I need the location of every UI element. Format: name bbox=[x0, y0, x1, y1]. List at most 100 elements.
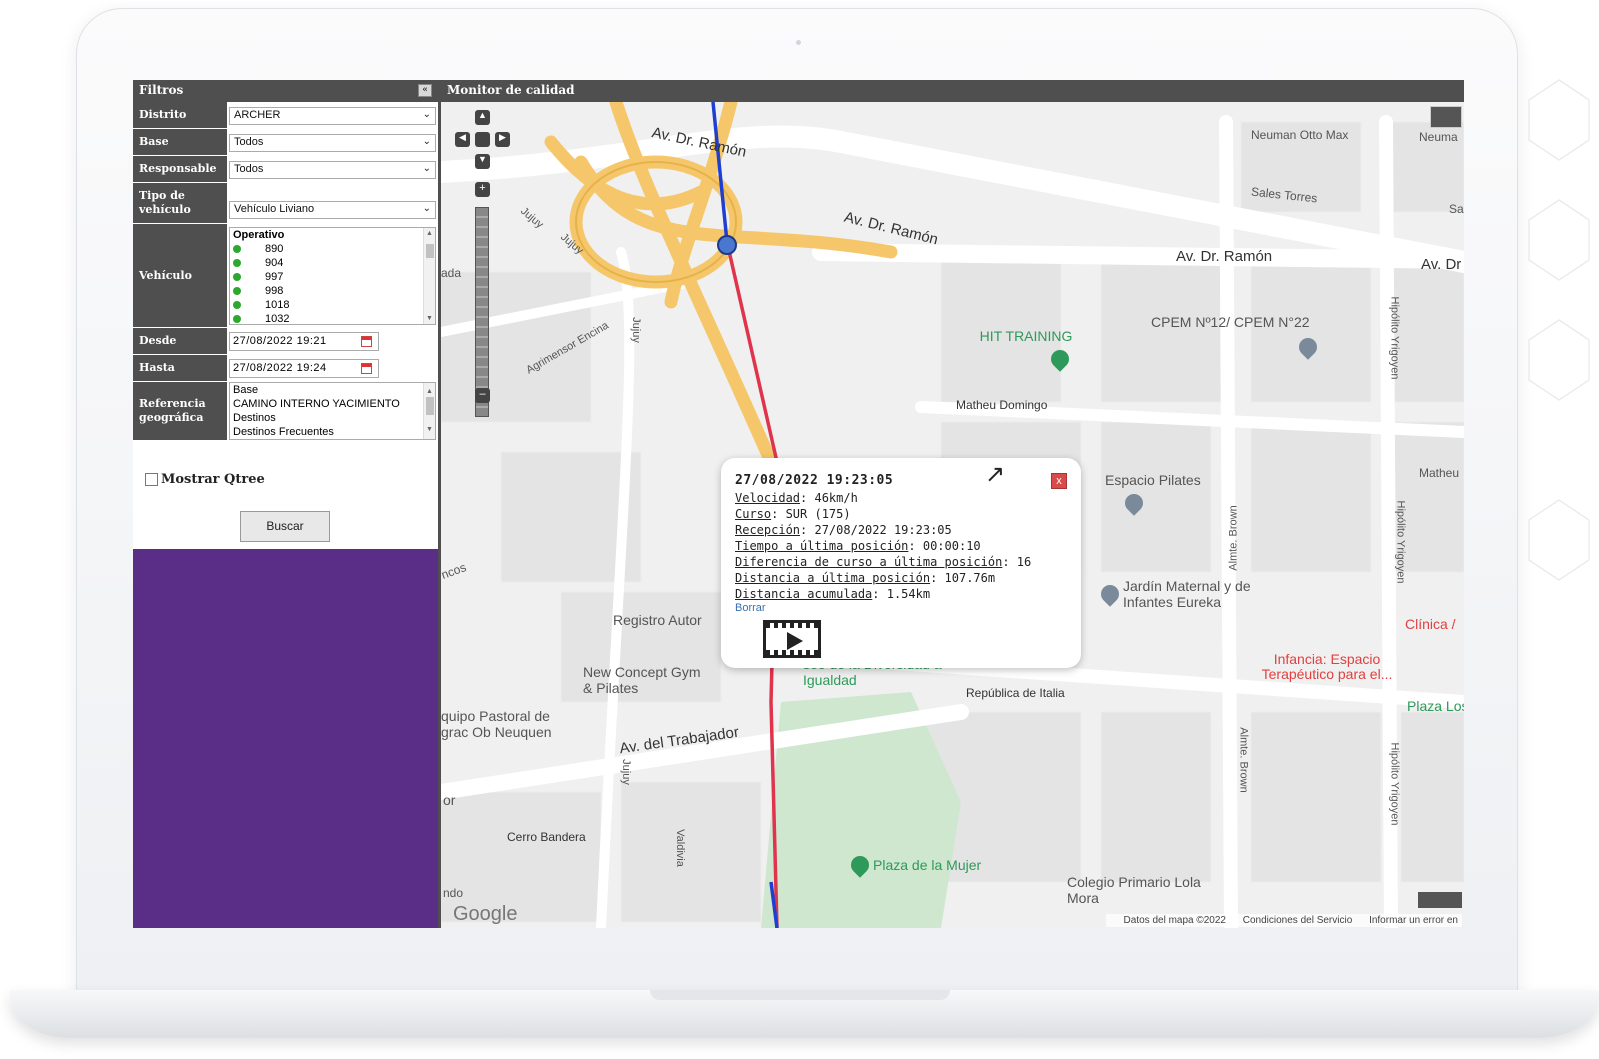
pan-up-icon[interactable]: ▲ bbox=[475, 110, 490, 125]
chevron-down-icon: ⌄ bbox=[422, 203, 431, 214]
position-info-popup: 27/08/2022 19:23:05 Velocidad: 46km/h Cu… bbox=[721, 458, 1081, 668]
tipo-vehiculo-value: Vehículo Liviano bbox=[234, 203, 315, 215]
map-canvas[interactable]: Av. Dr. Ramón Av. Dr. Ramón Av. Dr. Ramó… bbox=[441, 102, 1464, 928]
poi-hit-training[interactable]: HIT TRAINING bbox=[979, 328, 1073, 373]
calendar-icon[interactable] bbox=[361, 363, 372, 374]
popup-diferencia: Diferencia de curso a última posición: 1… bbox=[735, 555, 1032, 569]
vehicle-list-item[interactable]: 890 bbox=[230, 242, 435, 256]
school-pin-icon bbox=[1295, 334, 1321, 361]
base-row: Base Todos ⌄ bbox=[133, 129, 438, 156]
scrollbar[interactable]: ▲ ▼ bbox=[423, 228, 435, 324]
tipo-vehiculo-select[interactable]: Vehículo Liviano ⌄ bbox=[229, 201, 436, 219]
terms-link[interactable]: Condiciones del Servicio bbox=[1243, 915, 1353, 926]
street-label: Av. Dr bbox=[1421, 256, 1462, 273]
map-scale-bar bbox=[1418, 892, 1462, 908]
poi-clinica[interactable]: Clínica / bbox=[1405, 616, 1456, 632]
laptop-notch bbox=[650, 990, 950, 1000]
responsable-select[interactable]: Todos ⌄ bbox=[229, 160, 436, 179]
popup-key: Tiempo a última posición bbox=[735, 539, 909, 553]
popup-value: 107.76m bbox=[944, 571, 996, 585]
chevron-down-icon: ⌄ bbox=[422, 162, 431, 174]
popup-value: 27/08/2022 19:23:05 bbox=[814, 523, 952, 537]
collapse-panel-icon[interactable]: « bbox=[418, 84, 432, 97]
poi-infancia[interactable]: Infancia: Espacio Terapéutico para el... bbox=[1247, 652, 1407, 682]
tipo-vehiculo-label: Tipo de vehículo bbox=[133, 183, 227, 223]
vehicle-number: 890 bbox=[265, 243, 284, 255]
poi-colegio-lola-mora[interactable]: Colegio Primario Lola Mora bbox=[1067, 874, 1207, 906]
referencia-label: Referencia geográfica bbox=[133, 382, 227, 440]
popup-key: Velocidad bbox=[735, 491, 801, 505]
street-label: Matheu Domingo bbox=[956, 398, 1048, 412]
referencia-listbox[interactable]: Base CAMINO INTERNO YACIMIENTO Destinos Des… bbox=[229, 382, 436, 440]
referencia-list-item[interactable]: Destinos Frecuentes bbox=[233, 425, 421, 439]
vehicle-list-item[interactable]: 997 bbox=[230, 270, 435, 284]
zoom-in-icon[interactable]: + bbox=[475, 182, 490, 197]
close-icon[interactable]: x bbox=[1051, 473, 1067, 489]
desde-input[interactable]: 27/08/2022 19:21 bbox=[229, 332, 379, 351]
poi-plaza-de-la-mujer[interactable]: Plaza de la Mujer bbox=[847, 852, 982, 878]
poi-espacio-pilates[interactable]: Espacio Pilates bbox=[1105, 472, 1201, 517]
chevron-down-icon: ⌄ bbox=[422, 108, 431, 120]
vehicle-list-item[interactable]: 1018 bbox=[230, 298, 435, 312]
calendar-icon[interactable] bbox=[361, 336, 372, 347]
vehicle-list-item[interactable]: 1032 bbox=[230, 312, 435, 325]
borrar-link[interactable]: Borrar bbox=[735, 602, 1067, 615]
referencia-list-item[interactable]: Base bbox=[233, 383, 421, 397]
street-label: Hipólito Yrigoyen bbox=[1394, 500, 1407, 584]
poi-label: Jardín Maternal y de Infantes Eureka bbox=[1123, 578, 1251, 610]
vehiculo-listbox[interactable]: Operativo 890 904 997 998 1018 1032 ▲ ▼ bbox=[229, 227, 436, 325]
distrito-select[interactable]: ARCHER ⌄ bbox=[229, 106, 436, 125]
poi-label: Plaza de la Mujer bbox=[873, 857, 982, 873]
poi-equipo-pastoral[interactable]: quipo Pastoral de grac Ob Neuquen bbox=[441, 708, 581, 740]
vehicle-list-item[interactable]: 998 bbox=[230, 284, 435, 298]
pan-center-icon[interactable] bbox=[475, 132, 490, 147]
vehicle-number: 997 bbox=[265, 271, 284, 283]
mostrar-qtree-option[interactable]: Mostrar Qtree bbox=[145, 472, 265, 487]
street-label: Neuman Otto Max bbox=[1251, 128, 1349, 142]
referencia-list-item[interactable]: CAMINO INTERNO YACIMIENTO bbox=[233, 397, 421, 411]
popup-value: 16 bbox=[1016, 555, 1032, 569]
poi-jardin-maternal[interactable]: Jardín Maternal y de Infantes Eureka bbox=[1097, 578, 1273, 610]
vehicle-number: 998 bbox=[265, 285, 284, 297]
zoom-slider[interactable] bbox=[475, 207, 489, 417]
pan-right-icon[interactable]: ▶ bbox=[495, 132, 510, 147]
zoom-out-icon[interactable]: – bbox=[475, 388, 490, 403]
vehiculo-list: 890 904 997 998 1018 1032 bbox=[230, 242, 435, 325]
poi-new-concept-gym[interactable]: New Concept Gym & Pilates bbox=[583, 664, 713, 696]
filters-header: Filtros « bbox=[133, 80, 438, 102]
responsable-label: Responsable bbox=[133, 156, 227, 182]
scrollbar[interactable]: ▲ ▼ bbox=[423, 383, 435, 439]
poi-cpem[interactable]: CPEM Nº12/ CPEM N°22 bbox=[1151, 314, 1321, 361]
vehicle-number: 1032 bbox=[265, 313, 290, 325]
hasta-label: Hasta bbox=[133, 355, 227, 381]
popup-key: Distancia a última posición bbox=[735, 571, 931, 585]
poi-registro-autor[interactable]: Registro Autor bbox=[613, 612, 702, 628]
hasta-value: 27/08/2022 19:24 bbox=[233, 362, 327, 374]
status-dot-icon bbox=[233, 245, 241, 253]
map-title: Monitor de calidad bbox=[447, 83, 575, 97]
street-label: Neuma bbox=[1419, 130, 1458, 144]
base-select[interactable]: Todos ⌄ bbox=[229, 133, 436, 152]
vehicle-list-item[interactable]: 904 bbox=[230, 256, 435, 270]
school-pin-icon bbox=[1097, 581, 1123, 607]
status-dot-icon bbox=[233, 273, 241, 281]
mouse-cursor-icon: ↗ bbox=[985, 461, 1006, 488]
hasta-input[interactable]: 27/08/2022 19:24 bbox=[229, 359, 379, 378]
street-label: Cerro Bandera bbox=[507, 830, 586, 844]
referencia-list-item[interactable]: Destinos bbox=[233, 411, 421, 425]
street-label: Jujuy bbox=[619, 759, 632, 785]
pan-left-icon[interactable]: ◀ bbox=[455, 132, 470, 147]
base-value: Todos bbox=[234, 135, 264, 148]
mostrar-qtree-checkbox[interactable] bbox=[145, 473, 158, 486]
film-play-icon[interactable] bbox=[763, 620, 821, 658]
buscar-button[interactable]: Buscar bbox=[240, 511, 330, 542]
map-type-toggle-icon[interactable] bbox=[1430, 106, 1462, 128]
street-label: or bbox=[443, 792, 456, 808]
status-dot-icon bbox=[233, 287, 241, 295]
base-label: Base bbox=[133, 129, 227, 155]
poi-plaza-los[interactable]: Plaza Los bbox=[1407, 698, 1464, 714]
report-error-link[interactable]: Informar un error en bbox=[1369, 915, 1458, 926]
distrito-value: ARCHER bbox=[234, 108, 281, 121]
pan-down-icon[interactable]: ▼ bbox=[475, 154, 490, 169]
map-panel: Monitor de calidad Av. Dr. Ramón Av. Dr.… bbox=[438, 80, 1464, 928]
